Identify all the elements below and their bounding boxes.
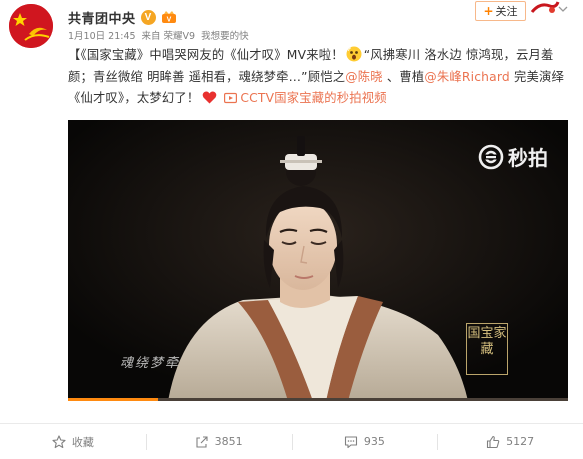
video-link-icon — [224, 92, 238, 104]
post-text: 【《国家宝藏》中唱哭网友的《仙才叹》MV来啦！ “风拂寒川 洛水边 惊鸿现，云月羞… — [68, 45, 578, 110]
like-button[interactable]: 5127 — [437, 424, 583, 459]
comment-count: 935 — [363, 435, 385, 448]
nickname[interactable]: 共青团中央 — [68, 8, 136, 27]
favorite-label: 收藏 — [71, 435, 94, 449]
flag-emblem-icon — [9, 4, 53, 48]
miaopai-watermark: 秒拍 — [478, 142, 548, 171]
repost-count: 3851 — [214, 435, 243, 448]
svg-text:V: V — [166, 17, 171, 24]
mention-link[interactable]: @陈晓 — [345, 70, 383, 84]
comment-button[interactable]: 935 — [291, 424, 438, 459]
chevron-down-icon[interactable] — [558, 4, 568, 14]
video-source-link[interactable]: CCTV国家宝藏的秒拍视频 — [240, 91, 386, 105]
thumbs-up-icon — [487, 435, 500, 448]
share-icon — [196, 435, 208, 448]
weibo-post-card: 共青团中央 V V 1月10日 21:45 来自 荣耀V9 我想要的快 + 关注… — [0, 0, 583, 459]
show-logo: 国宝家藏 — [466, 323, 508, 375]
miaopai-logo-icon — [478, 144, 504, 169]
post-text-part: 、曹植 — [382, 69, 425, 84]
post-source: 来自 荣耀V9 — [141, 31, 196, 42]
post-text-part: 【《国家宝藏》中唱哭网友的《仙才叹》MV来啦！ — [68, 48, 344, 62]
post-date[interactable]: 1月10日 21:45 — [68, 28, 136, 42]
shocked-emoji-icon — [346, 46, 362, 62]
festive-decoration-icon — [530, 1, 560, 13]
mention-link[interactable]: @朱峰Richard — [424, 70, 510, 84]
like-count: 5127 — [506, 435, 535, 448]
verified-badge-icon: V — [140, 9, 156, 25]
star-icon — [52, 434, 66, 448]
video-progress-track[interactable] — [68, 398, 568, 401]
avatar[interactable] — [9, 4, 53, 48]
video-progress-fill — [68, 398, 158, 401]
heart-emoji-icon — [203, 91, 217, 104]
video-player[interactable]: 秒拍 魂绕梦牵 国宝家藏 — [68, 120, 568, 401]
nickname-row: 共青团中央 V V — [68, 7, 177, 27]
plus-icon: + — [483, 4, 494, 18]
watermark-text: 秒拍 — [508, 146, 548, 170]
favorite-button[interactable]: 收藏 — [0, 424, 146, 459]
post-source-extra[interactable]: 我想要的快 — [201, 28, 249, 42]
repost-button[interactable]: 3851 — [145, 424, 292, 459]
comment-icon — [344, 435, 357, 448]
post-meta: 1月10日 21:45 来自 荣耀V9 我想要的快 — [68, 28, 249, 42]
vip-crown-icon[interactable]: V — [161, 10, 177, 24]
video-subtitle: 魂绕梦牵 — [120, 356, 181, 371]
action-bar: 收藏 3851 935 5127 — [0, 424, 583, 459]
follow-button[interactable]: + 关注 — [475, 1, 526, 21]
follow-label: 关注 — [495, 5, 518, 18]
